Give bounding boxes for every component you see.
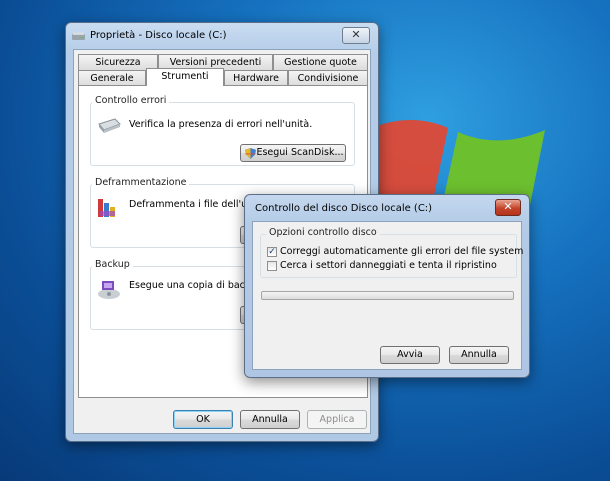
check-disk-title: Controllo del disco Disco locale (C:) [255,203,433,214]
tab-hardware[interactable]: Hardware [224,70,288,86]
tab-gestione-quote[interactable]: Gestione quote [273,54,368,70]
auto-fix-checkbox[interactable]: ✓ [267,247,277,257]
properties-close-button[interactable]: ✕ [342,27,370,44]
properties-title: Proprietà - Disco locale (C:) [90,30,227,41]
check-progress-bar [261,291,514,300]
shield-icon [245,148,256,159]
ok-button[interactable]: OK [173,410,233,429]
start-button[interactable]: Avvia [380,346,440,364]
apply-button: Applica [307,410,367,429]
backup-icon [98,281,120,299]
tab-condivisione[interactable]: Condivisione [288,70,368,86]
error-check-description: Verifica la presenza di errori nell'unit… [129,119,313,130]
defrag-title: Deframmentazione [92,177,190,188]
defrag-icon [98,199,115,217]
scandisk-button-label: Esegui ScanDisk... [256,147,344,158]
properties-titlebar[interactable]: Proprietà - Disco locale (C:) ✕ [66,23,378,49]
backup-description: Esegue una copia di backup [129,280,263,291]
bad-sectors-checkbox[interactable] [267,261,277,271]
drive-icon [98,118,121,133]
tab-generale[interactable]: Generale [78,70,146,86]
check-disk-titlebar[interactable]: Controllo del disco Disco locale (C:) ✕ [245,195,529,221]
check-disk-close-button[interactable]: ✕ [495,199,521,216]
auto-fix-label[interactable]: Correggi automaticamente gli errori del … [280,246,523,257]
scandisk-button[interactable]: Esegui ScanDisk... [240,144,346,162]
check-disk-dialog: Controllo del disco Disco locale (C:) ✕ … [244,194,530,378]
bad-sectors-label[interactable]: Cerca i settori danneggiati e tenta il r… [280,260,497,271]
check-options-title: Opzioni controllo disco [266,227,380,238]
check-disk-client: Opzioni controllo disco ✓ Correggi autom… [252,221,523,370]
error-check-title: Controllo errori [92,95,170,106]
cancel-button[interactable]: Annulla [240,410,300,429]
check-cancel-button[interactable]: Annulla [449,346,509,364]
tab-strumenti[interactable]: Strumenti [146,68,224,86]
backup-title: Backup [92,259,133,270]
drive-icon [72,32,85,40]
